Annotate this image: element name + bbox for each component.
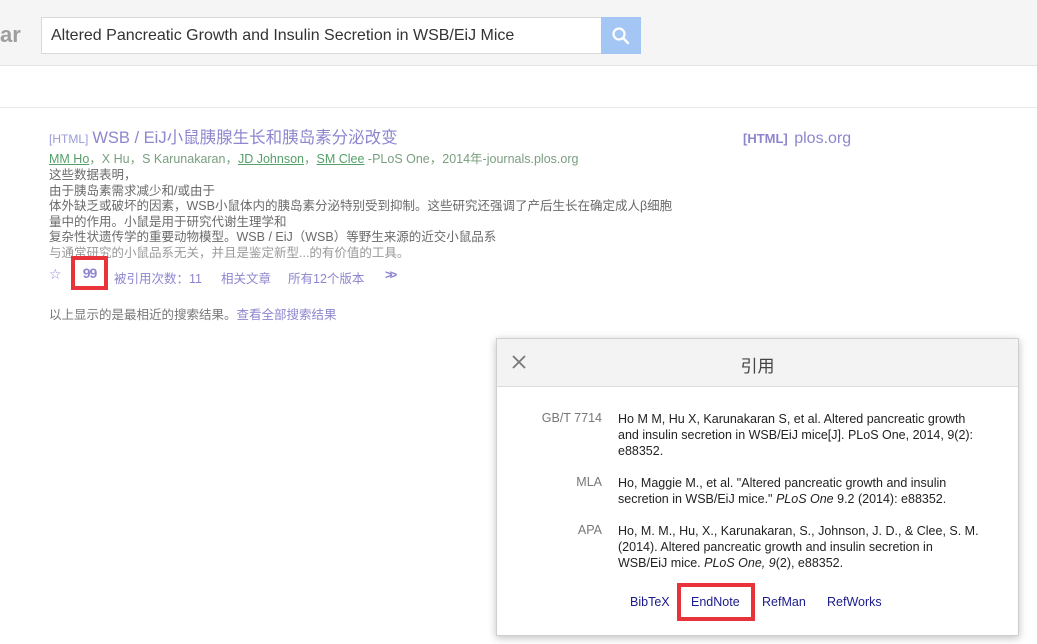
result-authors: MM Ho，X Hu，S Karunakaran，JD Johnson，SM C… xyxy=(49,151,709,167)
side-source[interactable]: plos.org xyxy=(794,130,851,147)
result-title[interactable]: WSB / EiJ小鼠胰腺生长和胰岛素分泌改变 xyxy=(92,129,397,147)
more-chevron-icon[interactable]: >> xyxy=(385,267,397,282)
search-result: [HTML] WSB / EiJ小鼠胰腺生长和胰岛素分泌改变 MM Ho，X Hu… xyxy=(49,128,709,261)
export-refworks-link[interactable]: RefWorks xyxy=(827,595,882,609)
snippet-line: 由于胰岛素需求减少和/或由于 xyxy=(49,183,215,198)
result-source: -PLoS One，2014年-journals.plos.org xyxy=(364,152,579,166)
footer-text: 以上显示的是最相近的搜索结果。 xyxy=(49,308,237,322)
snippet-line: 体外缺乏或破坏的因素，WSB小鼠体内的胰岛素分泌特别受到抑制。这些研究还强调了产… xyxy=(49,199,673,213)
divider xyxy=(0,107,1037,108)
side-format-tag: [HTML] xyxy=(743,131,788,146)
cite-label: APA xyxy=(577,523,602,537)
header-bar: ar Altered Pancreatic Growth and Insulin… xyxy=(0,0,1037,66)
result-actions: ☆ xyxy=(49,264,67,284)
dialog-header: 引用 xyxy=(497,339,1018,387)
author-sep: ， xyxy=(303,152,317,166)
snippet-line: 复杂性状遗传学的重要动物模型。WSB / EiJ（WSB）等野生来源的近交小鼠品… xyxy=(49,230,497,244)
quote-icon: 99 xyxy=(82,265,98,281)
cite-text-part: 9.2 (2014): e88352. xyxy=(833,492,947,506)
view-all-results-link[interactable]: 查看全部搜索结果 xyxy=(237,308,337,322)
cite-journal: PLoS One xyxy=(775,492,834,506)
snippet-line: 这些数据表明， xyxy=(49,168,137,182)
cite-text[interactable]: Ho M M, Hu X, Karunakaran S, et al. Alte… xyxy=(618,411,983,459)
author-text: ，X Hu，S Karunakaran， xyxy=(89,152,238,166)
result-title-link[interactable]: [HTML] WSB / EiJ小鼠胰腺生长和胰岛素分泌改变 xyxy=(49,128,709,149)
search-button[interactable] xyxy=(601,17,641,54)
cite-dialog: 引用 GB/T 7714 Ho M M, Hu X, Karunakaran S… xyxy=(496,338,1019,636)
results-footer: 以上显示的是最相近的搜索结果。查看全部搜索结果 xyxy=(49,304,337,323)
dialog-title: 引用 xyxy=(740,357,775,376)
save-star-icon[interactable]: ☆ xyxy=(49,266,67,283)
cite-quote-button[interactable]: 99 xyxy=(71,256,108,290)
search-icon xyxy=(612,26,630,44)
all-versions-link[interactable]: 所有12个版本 xyxy=(288,268,364,287)
author-link-clee[interactable]: SM Clee xyxy=(317,152,365,166)
export-bibtex-link[interactable]: BibTeX xyxy=(630,595,670,609)
author-link-johnson[interactable]: JD Johnson xyxy=(238,152,304,166)
snippet-line: 量中的作用。小鼠是用于研究代谢生理学和 xyxy=(49,214,287,229)
export-refman-link[interactable]: RefMan xyxy=(762,595,806,609)
cite-label: GB/T 7714 xyxy=(541,411,602,425)
cite-label: MLA xyxy=(576,475,602,489)
result-snippet: 这些数据表明， 由于胰岛素需求减少和/或由于 体外缺乏或破坏的因素，WSB小鼠体… xyxy=(49,168,709,261)
snippet-line: 与通常研究的小鼠品系无关，并且是鉴定新型...的有价值的工具。 xyxy=(49,245,410,260)
cite-text[interactable]: Ho, Maggie M., et al. "Altered pancreati… xyxy=(618,475,983,507)
side-fulltext-link[interactable]: [HTML] plos.org xyxy=(743,130,851,148)
author-link-ho[interactable]: MM Ho xyxy=(49,152,89,166)
logo[interactable]: ar xyxy=(0,22,21,48)
related-articles-link[interactable]: 相关文章 xyxy=(221,268,271,287)
cited-by-link[interactable]: 被引用次数：11 xyxy=(114,268,202,287)
result-format-tag: [HTML] xyxy=(49,132,89,146)
search-input[interactable]: Altered Pancreatic Growth and Insulin Se… xyxy=(41,17,601,54)
cite-text[interactable]: Ho, M. M., Hu, X., Karunakaran, S., John… xyxy=(618,523,983,571)
endnote-highlight xyxy=(677,583,755,621)
cite-journal: PLoS One, 9 xyxy=(704,556,776,570)
cite-text-part: (2), e88352. xyxy=(775,556,844,570)
